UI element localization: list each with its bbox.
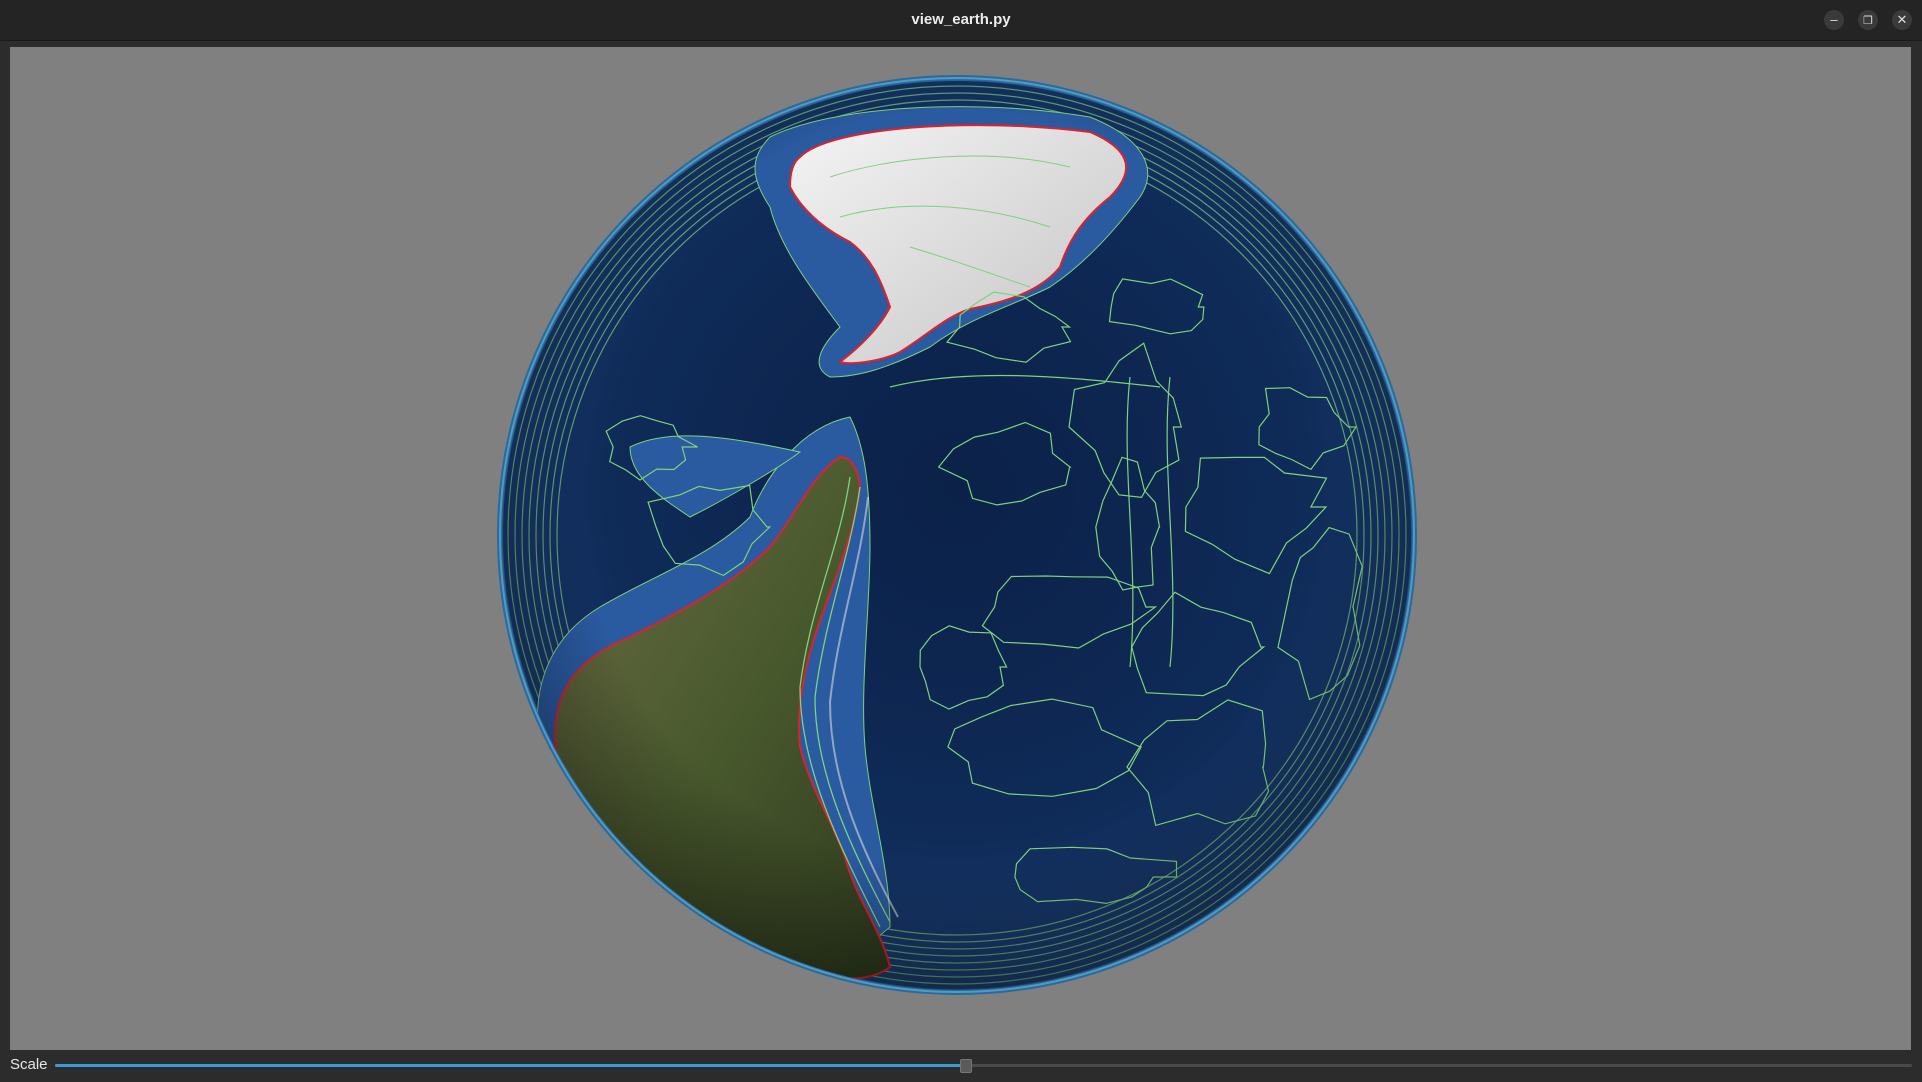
scale-slider-fill: [55, 1064, 965, 1067]
maximize-button[interactable]: ❐: [1858, 10, 1878, 30]
minimize-icon: –: [1830, 12, 1838, 27]
3d-viewport[interactable]: [10, 47, 1911, 1050]
scale-label: Scale: [10, 1056, 48, 1073]
scale-slider[interactable]: [55, 1059, 1912, 1073]
scale-slider-handle[interactable]: [960, 1059, 972, 1073]
window-title: view_earth.py: [911, 11, 1011, 28]
title-bar[interactable]: view_earth.py – ❐ ✕: [0, 0, 1922, 41]
close-icon: ✕: [1896, 12, 1908, 27]
control-bar: Scale: [0, 1050, 1922, 1082]
close-button[interactable]: ✕: [1892, 10, 1912, 30]
app-window: view_earth.py – ❐ ✕ Scale: [0, 0, 1922, 1082]
minimize-button[interactable]: –: [1824, 10, 1844, 30]
globe-render: [497, 75, 1417, 995]
maximize-icon: ❐: [1863, 15, 1873, 27]
